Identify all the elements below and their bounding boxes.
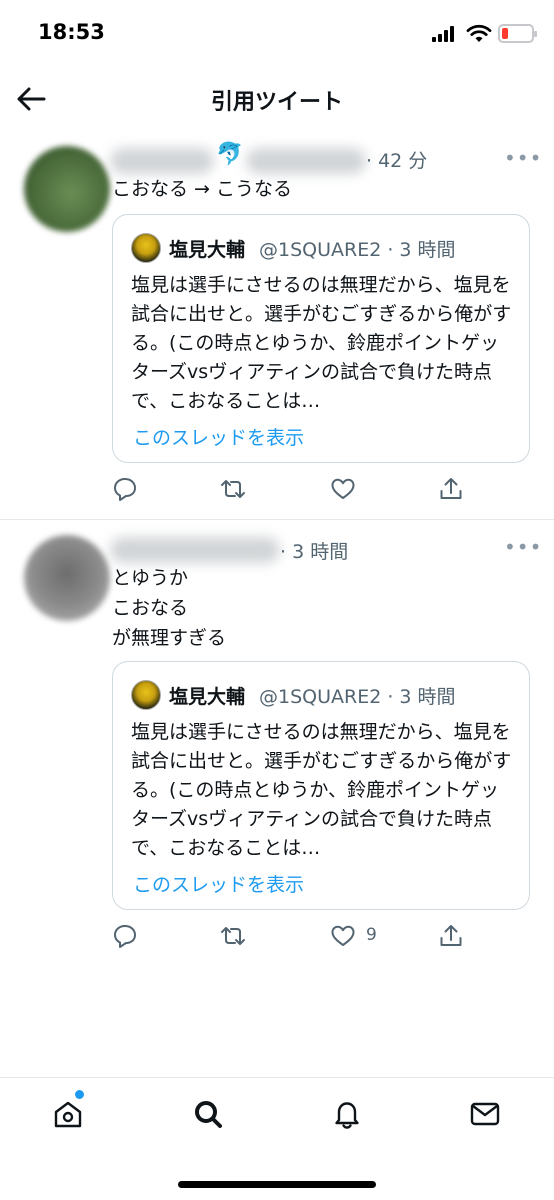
quote-avatar xyxy=(131,680,161,710)
status-bar: 18:53 xyxy=(0,0,554,70)
avatar[interactable] xyxy=(24,535,110,621)
battery-icon xyxy=(498,24,537,43)
reply-icon[interactable] xyxy=(112,923,138,949)
status-time: 18:53 xyxy=(38,20,105,44)
author-handle-redacted[interactable] xyxy=(246,148,366,174)
like-count: 9 xyxy=(366,925,377,945)
quote-author-name: 塩見大輔 xyxy=(169,686,246,708)
notifications-bell-icon[interactable] xyxy=(331,1098,363,1130)
show-thread-link[interactable]: このスレッドを表示 xyxy=(133,423,304,450)
tweet-actions xyxy=(112,476,532,506)
search-icon[interactable] xyxy=(192,1098,224,1130)
quote-body: 塩見は選手にさせるのは無理だから、塩見を試合に出せと。選手がむごすぎるから俺がす… xyxy=(131,274,512,412)
quote-body: 塩見は選手にさせるのは無理だから、塩見を試合に出せと。選手がむごすぎるから俺がす… xyxy=(131,721,512,859)
more-options-icon[interactable]: ••• xyxy=(504,146,542,170)
like-icon[interactable] xyxy=(330,923,356,949)
more-options-icon[interactable]: ••• xyxy=(504,535,542,559)
share-icon[interactable] xyxy=(438,923,464,949)
tweet-time: · 3 時間 xyxy=(280,541,349,563)
retweet-icon[interactable] xyxy=(220,923,246,949)
messages-mail-icon[interactable] xyxy=(469,1098,501,1130)
battery-level xyxy=(502,28,508,39)
quote-author-handle: @1SQUARE2 · 3 時間 xyxy=(259,239,456,261)
author-name-redacted[interactable] xyxy=(110,148,214,174)
wifi-icon xyxy=(466,24,492,42)
tweet[interactable]: 🐬 · 42 分 ••• こおなる → こうなる 塩見大輔 @1SQUARE2 … xyxy=(0,130,554,520)
home-icon[interactable] xyxy=(52,1098,84,1130)
author-name-redacted[interactable] xyxy=(110,537,280,563)
quote-avatar xyxy=(131,233,161,263)
show-thread-link[interactable]: このスレッドを表示 xyxy=(133,870,304,897)
tweet[interactable]: · 3 時間 ••• とゆうか こおなる が無理すぎる 塩見大輔 @1SQUAR… xyxy=(0,521,554,961)
quote-author-name: 塩見大輔 xyxy=(169,239,246,261)
page-title: 引用ツイート xyxy=(210,90,343,115)
home-indicator xyxy=(178,1181,376,1188)
cellular-signal-icon xyxy=(432,26,458,42)
nav-header: 引用ツイート xyxy=(0,70,554,126)
tweet-text: とゆうか こおなる が無理すぎる xyxy=(112,567,227,649)
tweet-actions: 9 xyxy=(112,923,532,953)
retweet-icon[interactable] xyxy=(220,476,246,502)
quote-tweet-card[interactable]: 塩見大輔 @1SQUARE2 · 3 時間 塩見は選手にさせるのは無理だから、塩… xyxy=(112,661,530,910)
quote-author-handle: @1SQUARE2 · 3 時間 xyxy=(259,686,456,708)
notification-dot xyxy=(75,1090,84,1099)
avatar[interactable] xyxy=(24,146,110,232)
like-icon[interactable] xyxy=(330,476,356,502)
share-icon[interactable] xyxy=(438,476,464,502)
bottom-tab-bar xyxy=(0,1077,554,1200)
tweet-time: · 42 分 xyxy=(366,150,428,172)
reply-icon[interactable] xyxy=(112,476,138,502)
tweet-text: こおなる → こうなる xyxy=(112,178,292,200)
dolphin-emoji: 🐬 xyxy=(216,142,244,167)
quote-tweet-card[interactable]: 塩見大輔 @1SQUARE2 · 3 時間 塩見は選手にさせるのは無理だから、塩… xyxy=(112,214,530,463)
